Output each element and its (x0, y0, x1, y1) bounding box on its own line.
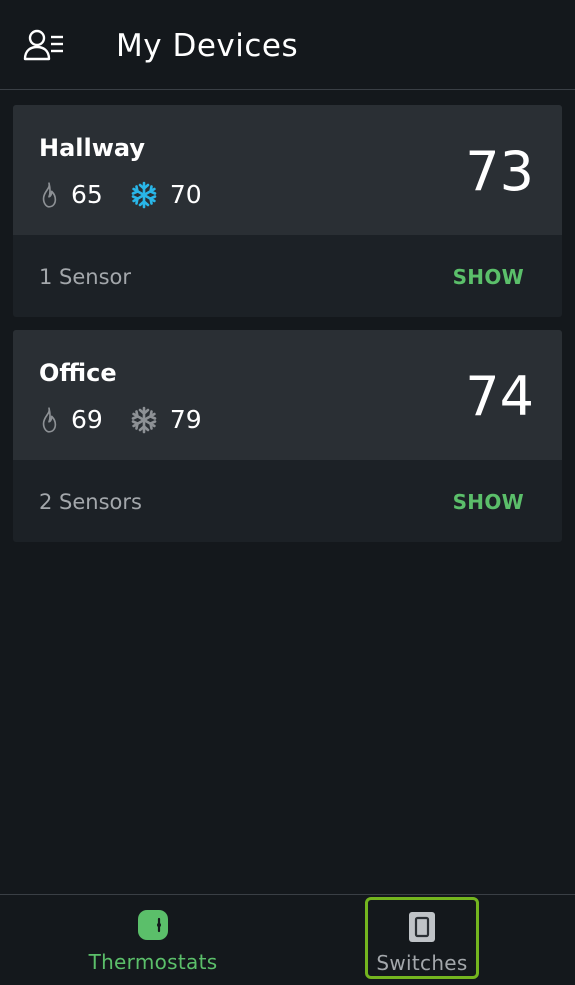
profile-button[interactable] (18, 22, 70, 68)
light-switch-icon (405, 910, 439, 944)
setpoints: 65 70 (39, 179, 202, 211)
snowflake-icon (130, 406, 158, 434)
sensor-count: 2 Sensors (39, 490, 142, 514)
thermostat-card-hallway[interactable]: Hallway 65 70 73 1 Sensor SHOW (13, 105, 562, 317)
page-title: My Devices (116, 28, 299, 64)
app-header: My Devices (0, 0, 575, 90)
flame-icon (39, 181, 59, 209)
cool-setpoint: 70 (169, 180, 202, 209)
thermostat-name: Hallway (39, 134, 146, 162)
card-summary[interactable]: Hallway 65 70 73 (13, 105, 562, 235)
snowflake-icon (130, 181, 158, 209)
heat-setpoint: 69 (71, 405, 103, 434)
tab-switches[interactable]: Switches (365, 897, 479, 979)
heat-setpoint: 65 (71, 180, 103, 209)
tab-label: Switches (376, 951, 468, 975)
flame-icon (39, 406, 59, 434)
card-summary[interactable]: Office 69 79 74 (13, 330, 562, 460)
tab-thermostats[interactable]: Thermostats (65, 895, 241, 985)
current-temperature: 74 (465, 365, 534, 428)
show-sensors-button[interactable]: SHOW (453, 487, 524, 517)
setpoints: 69 79 (39, 404, 202, 436)
show-sensors-button[interactable]: SHOW (453, 262, 524, 292)
thermostat-name: Office (39, 359, 117, 387)
bottom-navigation: Thermostats Switches (0, 894, 575, 984)
cool-setpoint: 79 (169, 405, 202, 434)
tab-label: Thermostats (88, 950, 218, 974)
thermostat-icon (136, 908, 170, 942)
user-list-icon (23, 29, 63, 61)
sensor-count: 1 Sensor (39, 265, 132, 289)
thermostat-card-office[interactable]: Office 69 79 74 2 Sensors SHOW (13, 330, 562, 542)
current-temperature: 73 (465, 140, 534, 203)
